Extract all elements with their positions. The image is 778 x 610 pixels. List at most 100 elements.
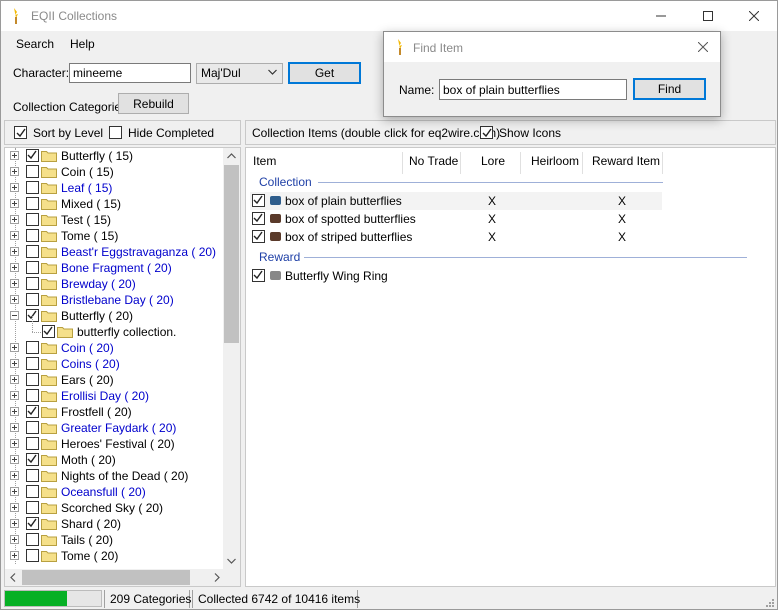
expand-icon[interactable] xyxy=(10,503,19,512)
item-checkbox[interactable] xyxy=(252,269,265,282)
expand-icon[interactable] xyxy=(10,247,19,256)
item-checkbox[interactable] xyxy=(252,212,265,225)
tree-category-item[interactable]: Bone Fragment ( 20) xyxy=(5,260,225,276)
tree-child-item[interactable]: butterfly collection. xyxy=(5,316,225,340)
tree-category-item[interactable]: Beast'r Eggstravaganza ( 20) xyxy=(5,244,225,260)
expand-icon[interactable] xyxy=(10,231,19,240)
item-row[interactable]: Butterfly Wing Ring xyxy=(250,267,662,285)
tree-category-item[interactable]: Bristlebane Day ( 20) xyxy=(5,292,225,308)
sort-by-level-checkbox[interactable] xyxy=(14,126,27,139)
tree-category-item[interactable]: Moth ( 20) xyxy=(5,452,225,468)
tree-item-checkbox[interactable] xyxy=(26,485,39,498)
tree-category-item[interactable]: Coin ( 15) xyxy=(5,164,225,180)
get-button[interactable]: Get xyxy=(288,62,361,84)
maximize-button[interactable] xyxy=(685,1,731,31)
tree-item-checkbox[interactable] xyxy=(26,437,39,450)
expand-icon[interactable] xyxy=(10,535,19,544)
expand-icon[interactable] xyxy=(10,551,19,560)
expand-icon[interactable] xyxy=(10,263,19,272)
tree-category-item[interactable]: Tome ( 20) xyxy=(5,548,225,564)
tree-item-checkbox[interactable] xyxy=(26,373,39,386)
find-button[interactable]: Find xyxy=(633,78,706,100)
column-lore[interactable]: Lore xyxy=(461,152,521,174)
expand-icon[interactable] xyxy=(10,375,19,384)
resize-grip-icon[interactable] xyxy=(764,597,774,607)
scroll-down-icon[interactable] xyxy=(227,558,236,564)
expand-icon[interactable] xyxy=(10,215,19,224)
tree-item-checkbox[interactable] xyxy=(26,245,39,258)
tree-category-item[interactable]: Nights of the Dead ( 20) xyxy=(5,468,225,484)
expand-icon[interactable] xyxy=(10,407,19,416)
item-row[interactable]: box of plain butterflies X X xyxy=(250,192,662,210)
category-tree[interactable]: Butterfly ( 15) Coin ( 15) Leaf ( 15) Mixed… xyxy=(4,147,241,587)
collapse-icon[interactable] xyxy=(10,311,19,320)
tree-item-checkbox[interactable] xyxy=(26,261,39,274)
tree-category-item[interactable]: Heroes' Festival ( 20) xyxy=(5,436,225,452)
tree-category-item[interactable]: Frostfell ( 20) xyxy=(5,404,225,420)
show-icons-checkbox[interactable] xyxy=(480,126,493,139)
expand-icon[interactable] xyxy=(10,455,19,464)
tree-item-checkbox[interactable] xyxy=(26,421,39,434)
tree-category-item[interactable]: Oceansfull ( 20) xyxy=(5,484,225,500)
find-name-input[interactable] xyxy=(439,79,627,100)
menu-search[interactable]: Search xyxy=(16,37,54,51)
tree-item-checkbox[interactable] xyxy=(26,469,39,482)
tree-category-item[interactable]: Tails ( 20) xyxy=(5,532,225,548)
tree-vertical-thumb[interactable] xyxy=(224,165,239,343)
column-heirloom[interactable]: Heirloom xyxy=(521,152,583,174)
expand-icon[interactable] xyxy=(10,279,19,288)
tree-category-item[interactable]: Test ( 15) xyxy=(5,212,225,228)
tree-category-item[interactable]: Leaf ( 15) xyxy=(5,180,225,196)
menu-help[interactable]: Help xyxy=(70,37,95,51)
item-checkbox[interactable] xyxy=(252,194,265,207)
expand-icon[interactable] xyxy=(10,167,19,176)
tree-category-item[interactable]: Brewday ( 20) xyxy=(5,276,225,292)
tree-horizontal-thumb[interactable] xyxy=(22,570,190,585)
scroll-up-icon[interactable] xyxy=(227,153,236,159)
close-button[interactable] xyxy=(731,1,777,31)
expand-icon[interactable] xyxy=(10,183,19,192)
column-item[interactable]: Item xyxy=(253,152,403,174)
tree-category-item[interactable]: Ears ( 20) xyxy=(5,372,225,388)
expand-icon[interactable] xyxy=(10,423,19,432)
expand-icon[interactable] xyxy=(10,487,19,496)
scroll-right-icon[interactable] xyxy=(214,573,220,582)
column-no-trade[interactable]: No Trade xyxy=(403,152,461,174)
character-input[interactable] xyxy=(69,63,191,83)
expand-icon[interactable] xyxy=(10,343,19,352)
tree-item-checkbox[interactable] xyxy=(26,277,39,290)
tree-item-checkbox[interactable] xyxy=(26,453,39,466)
expand-icon[interactable] xyxy=(10,519,19,528)
tree-item-checkbox[interactable] xyxy=(26,149,39,162)
items-list[interactable]: Item No Trade Lore Heirloom Reward Item … xyxy=(245,147,776,587)
tree-item-checkbox[interactable] xyxy=(26,197,39,210)
expand-icon[interactable] xyxy=(10,295,19,304)
tree-item-checkbox[interactable] xyxy=(26,213,39,226)
expand-icon[interactable] xyxy=(10,199,19,208)
tree-item-checkbox[interactable] xyxy=(26,181,39,194)
tree-item-checkbox[interactable] xyxy=(26,341,39,354)
tree-item-checkbox[interactable] xyxy=(26,229,39,242)
minimize-button[interactable] xyxy=(638,1,684,31)
tree-category-item[interactable]: Butterfly ( 15) xyxy=(5,148,225,164)
tree-category-item[interactable]: Scorched Sky ( 20) xyxy=(5,500,225,516)
tree-vertical-scrollbar[interactable] xyxy=(223,148,240,569)
tree-item-checkbox[interactable] xyxy=(26,501,39,514)
tree-item-checkbox[interactable] xyxy=(26,165,39,178)
tree-horizontal-scrollbar[interactable] xyxy=(5,569,225,586)
tree-item-checkbox[interactable] xyxy=(26,405,39,418)
tree-item-checkbox[interactable] xyxy=(26,517,39,530)
expand-icon[interactable] xyxy=(10,471,19,480)
hide-completed-checkbox[interactable] xyxy=(109,126,122,139)
tree-category-item[interactable]: Coin ( 20) xyxy=(5,340,225,356)
rebuild-button[interactable]: Rebuild xyxy=(118,93,189,114)
close-icon[interactable] xyxy=(698,42,708,52)
tree-category-item[interactable]: Coins ( 20) xyxy=(5,356,225,372)
expand-icon[interactable] xyxy=(10,391,19,400)
tree-item-checkbox[interactable] xyxy=(26,293,39,306)
scroll-left-icon[interactable] xyxy=(10,573,16,582)
item-row[interactable]: box of striped butterflies X X xyxy=(250,228,662,246)
tree-category-item[interactable]: Erollisi Day ( 20) xyxy=(5,388,225,404)
tree-item-checkbox[interactable] xyxy=(26,389,39,402)
item-checkbox[interactable] xyxy=(252,230,265,243)
